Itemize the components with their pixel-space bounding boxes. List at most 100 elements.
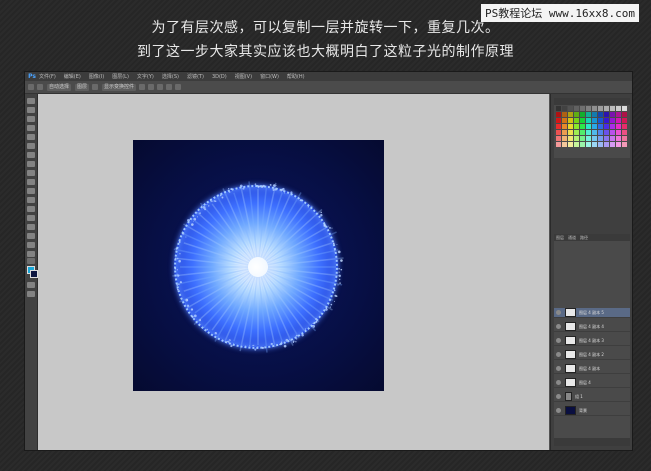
layer-row[interactable]: 图层 4 xyxy=(554,378,630,388)
color-swatch[interactable] xyxy=(610,136,615,141)
visibility-eye-icon[interactable] xyxy=(556,352,561,357)
color-swatch[interactable] xyxy=(610,142,615,147)
color-swatch[interactable] xyxy=(556,136,561,141)
menu-3d[interactable]: 3D(D) xyxy=(212,74,227,80)
color-swatch[interactable] xyxy=(598,124,603,129)
color-swatch[interactable] xyxy=(556,106,561,111)
move-tool-icon[interactable] xyxy=(27,98,35,104)
color-swatch[interactable] xyxy=(574,130,579,135)
color-swatch[interactable] xyxy=(622,118,627,123)
color-swatch[interactable] xyxy=(580,124,585,129)
color-swatch[interactable] xyxy=(580,130,585,135)
color-swatch[interactable] xyxy=(604,124,609,129)
color-swatch[interactable] xyxy=(568,136,573,141)
color-swatch[interactable] xyxy=(568,124,573,129)
color-swatch[interactable] xyxy=(604,112,609,117)
color-swatch[interactable] xyxy=(604,142,609,147)
layer-row[interactable]: 图层 4 副本 2 xyxy=(554,350,630,360)
color-swatch[interactable] xyxy=(586,124,591,129)
color-swatch[interactable] xyxy=(610,124,615,129)
color-swatch[interactable] xyxy=(622,106,627,111)
color-swatch[interactable] xyxy=(592,124,597,129)
color-swatch[interactable] xyxy=(610,130,615,135)
visibility-eye-icon[interactable] xyxy=(556,366,561,371)
color-swatch[interactable] xyxy=(592,118,597,123)
color-swatch[interactable] xyxy=(580,136,585,141)
menu-type[interactable]: 文字(Y) xyxy=(137,73,154,80)
stamp-tool-icon[interactable] xyxy=(27,170,35,176)
color-swatch[interactable] xyxy=(562,106,567,111)
dodge-tool-icon[interactable] xyxy=(27,215,35,221)
color-swatch[interactable] xyxy=(580,142,585,147)
color-swatch[interactable] xyxy=(622,130,627,135)
color-swatch[interactable] xyxy=(598,136,603,141)
color-swatch[interactable] xyxy=(568,112,573,117)
pen-tool-icon[interactable] xyxy=(27,224,35,230)
show-transform-controls[interactable]: 显示变换控件 xyxy=(102,84,136,91)
color-swatch[interactable] xyxy=(622,124,627,129)
menu-image[interactable]: 图像(I) xyxy=(89,73,104,80)
menu-window[interactable]: 窗口(W) xyxy=(260,73,279,80)
background-color-swatch[interactable] xyxy=(30,270,38,278)
color-swatch[interactable] xyxy=(556,142,561,147)
color-swatch[interactable] xyxy=(616,124,621,129)
color-swatch[interactable] xyxy=(616,136,621,141)
hand-tool-icon[interactable] xyxy=(27,258,35,264)
color-swatch[interactable] xyxy=(556,118,561,123)
visibility-eye-icon[interactable] xyxy=(556,338,561,343)
color-swatch[interactable] xyxy=(562,142,567,147)
color-swatch[interactable] xyxy=(556,112,561,117)
color-swatch[interactable] xyxy=(574,124,579,129)
gradient-tool-icon[interactable] xyxy=(27,197,35,203)
color-swatch[interactable] xyxy=(580,106,585,111)
align-icon[interactable] xyxy=(148,84,154,90)
color-swatch[interactable] xyxy=(562,112,567,117)
color-swatch[interactable] xyxy=(568,142,573,147)
color-swatch[interactable] xyxy=(556,130,561,135)
visibility-eye-icon[interactable] xyxy=(556,310,561,315)
color-swatch[interactable] xyxy=(562,118,567,123)
visibility-eye-icon[interactable] xyxy=(556,394,561,399)
marquee-tool-icon[interactable] xyxy=(27,107,35,113)
canvas-area[interactable] xyxy=(38,94,549,450)
history-brush-tool-icon[interactable] xyxy=(27,179,35,185)
distribute-icon[interactable] xyxy=(166,84,172,90)
path-select-tool-icon[interactable] xyxy=(27,242,35,248)
layer-row[interactable]: 背景 xyxy=(554,406,630,416)
color-swatch[interactable] xyxy=(598,106,603,111)
shape-tool-icon[interactable] xyxy=(27,251,35,257)
menu-view[interactable]: 视图(V) xyxy=(235,73,252,80)
color-swatch[interactable] xyxy=(568,106,573,111)
quick-mask-icon[interactable] xyxy=(27,282,35,288)
menu-filter[interactable]: 滤镜(T) xyxy=(187,73,204,80)
color-swatch[interactable] xyxy=(610,106,615,111)
color-swatch[interactable] xyxy=(598,142,603,147)
color-swatch[interactable] xyxy=(574,136,579,141)
color-swatch[interactable] xyxy=(586,136,591,141)
checkbox-icon[interactable] xyxy=(37,84,43,90)
menu-edit[interactable]: 编辑(E) xyxy=(64,73,81,80)
color-swatch[interactable] xyxy=(580,112,585,117)
color-swatch[interactable] xyxy=(622,136,627,141)
align-icon[interactable] xyxy=(139,84,145,90)
color-swatch[interactable] xyxy=(616,106,621,111)
eyedropper-tool-icon[interactable] xyxy=(27,143,35,149)
tab-layers[interactable]: 图层 xyxy=(554,234,566,241)
screen-mode-icon[interactable] xyxy=(27,291,35,297)
color-swatch[interactable] xyxy=(574,142,579,147)
menu-layer[interactable]: 图层(L) xyxy=(112,73,129,80)
color-swatch[interactable] xyxy=(604,106,609,111)
color-swatch[interactable] xyxy=(616,130,621,135)
document-canvas[interactable] xyxy=(133,140,384,391)
color-swatch[interactable] xyxy=(622,112,627,117)
color-swatch[interactable] xyxy=(592,106,597,111)
layer-row[interactable]: 图层 4 副本 xyxy=(554,364,630,374)
color-swatch[interactable] xyxy=(586,142,591,147)
color-swatch[interactable] xyxy=(598,118,603,123)
crop-tool-icon[interactable] xyxy=(27,134,35,140)
color-swatch[interactable] xyxy=(580,118,585,123)
color-swatch[interactable] xyxy=(616,118,621,123)
healing-tool-icon[interactable] xyxy=(27,152,35,158)
color-swatch[interactable] xyxy=(616,112,621,117)
menu-file[interactable]: 文件(F) xyxy=(39,73,56,80)
